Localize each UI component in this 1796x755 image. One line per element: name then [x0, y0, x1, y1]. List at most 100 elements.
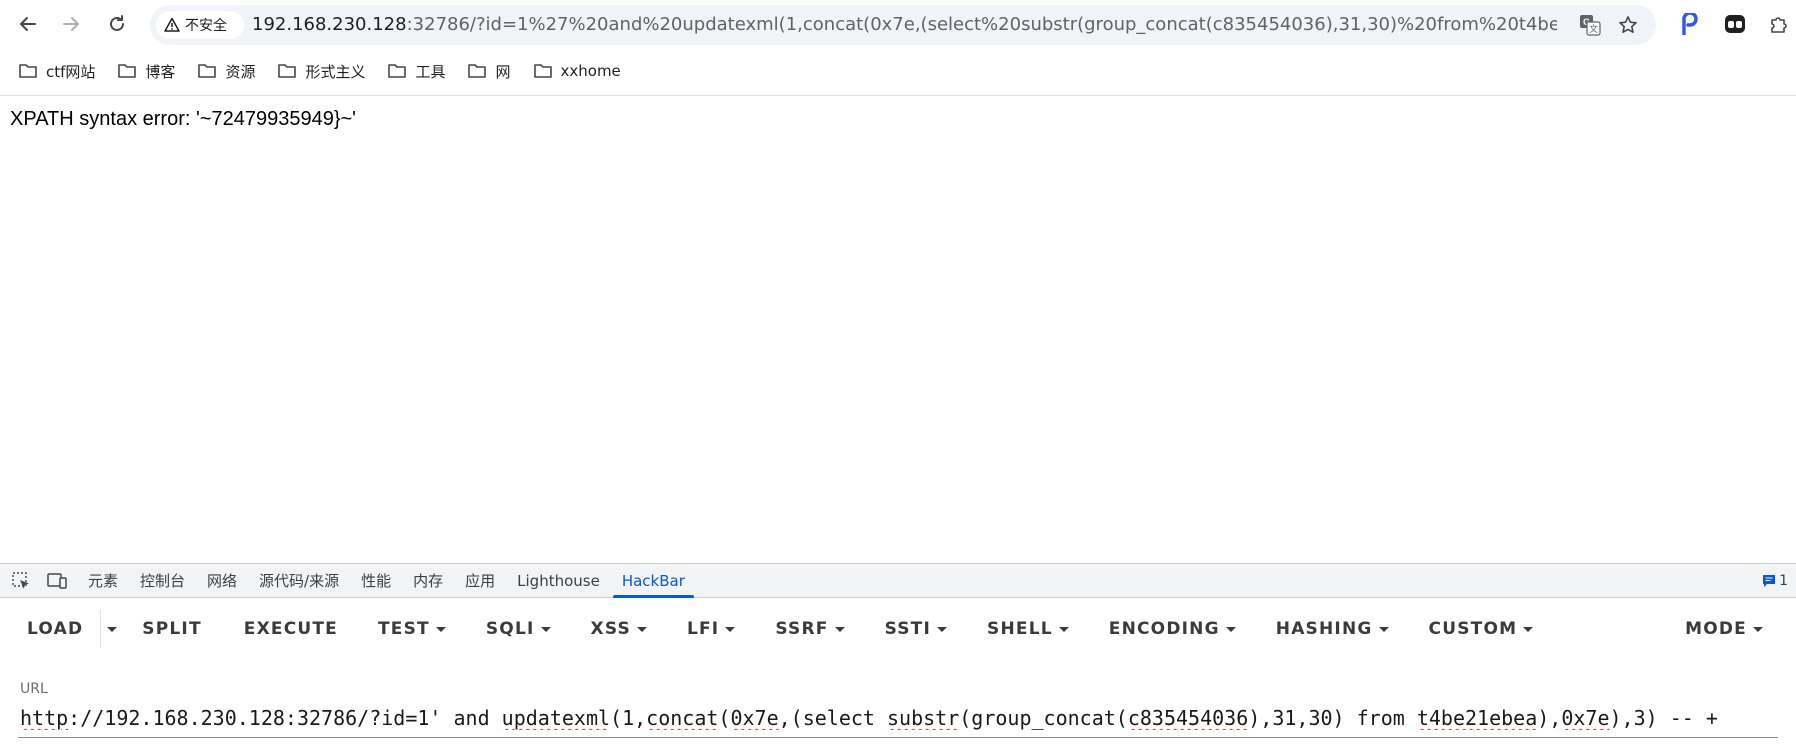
extension-p-button[interactable] [1677, 11, 1703, 37]
url-token: (1, [610, 706, 647, 730]
security-chip[interactable]: 不安全 [156, 11, 244, 39]
bookmark-ctf[interactable]: ctf网站 [18, 56, 117, 86]
bookmark-label: 形式主义 [305, 62, 366, 81]
hackbar-lfi-label: LFI [686, 619, 720, 639]
message-icon [1763, 575, 1776, 587]
url-text[interactable]: 192.168.230.128:32786/?id=1%27%20and%20u… [252, 5, 1557, 45]
url-token: ( [718, 706, 731, 730]
back-button[interactable] [12, 8, 44, 40]
hackbar-execute-label: EXECUTE [243, 619, 338, 639]
hackbar-shell-label: SHELL [987, 619, 1053, 639]
caret-down-icon [540, 626, 551, 632]
url-token-misspelled: c835454036 [1127, 706, 1249, 730]
hackbar-sqli-menu[interactable]: SQLI [486, 607, 551, 651]
url-token-misspelled: concat [646, 706, 719, 730]
caret-down-icon [1523, 626, 1534, 632]
url-token-misspelled: 0x7e [1561, 706, 1610, 730]
bookmark-label: 网 [495, 62, 511, 81]
hackbar-ssti-label: SSTI [884, 619, 932, 639]
bookmark-label: 工具 [415, 62, 446, 81]
star-icon [1619, 16, 1637, 33]
folder-icon [388, 64, 407, 78]
hackbar-encoding-menu[interactable]: ENCODING [1109, 607, 1236, 651]
url-path: :32786/?id=1%27%20and%20updatexml(1,conc… [406, 14, 1557, 35]
hackbar-menu: LOAD SPLIT EXECUTE TEST SQLI XSS LFI SSR… [0, 607, 1796, 651]
reload-button[interactable] [101, 8, 133, 40]
arrow-right-icon [63, 17, 79, 31]
url-token: ://192.168.230.128:32786/?id=1' and [68, 706, 502, 730]
hackbar-ssrf-menu[interactable]: SSRF [775, 607, 845, 651]
forward-button[interactable] [55, 8, 87, 40]
hackbar-load-button[interactable]: LOAD [27, 607, 83, 651]
url-token-misspelled: 0x7e [730, 706, 779, 730]
inspect-element-button[interactable] [9, 569, 33, 593]
tab-application[interactable]: 应用 [454, 564, 506, 598]
arrow-left-icon [20, 17, 36, 31]
caret-down-icon [937, 626, 948, 632]
hackbar-split-button[interactable]: SPLIT [142, 607, 201, 651]
page-content: XPATH syntax error: '~72479935949}~' [0, 96, 1796, 562]
hackbar-test-menu[interactable]: TEST [378, 607, 446, 651]
caret-down-icon [1378, 626, 1389, 632]
devtools-panel: 元素 控制台 网络 源代码/来源 性能 内存 应用 Lighthouse Hac… [0, 563, 1796, 755]
url-token-misspelled: updatexml [501, 706, 611, 730]
url-token: (group_concat( [959, 706, 1128, 730]
bookmark-net[interactable]: 网 [467, 56, 532, 86]
bookmark-label: ctf网站 [46, 62, 96, 81]
puzzle-icon [1771, 17, 1787, 33]
bookmark-formalism[interactable]: 形式主义 [277, 56, 387, 86]
hackbar-custom-label: CUSTOM [1428, 619, 1518, 639]
url-token-misspelled: substr [887, 706, 960, 730]
hackbar-encoding-label: ENCODING [1108, 619, 1220, 639]
ghost-extension-icon [1725, 15, 1745, 33]
hackbar-load-dropdown[interactable] [107, 607, 118, 651]
url-token: ,(select [778, 706, 887, 730]
devtools-tab-bar: 元素 控制台 网络 源代码/来源 性能 内存 应用 Lighthouse Hac… [0, 563, 1796, 598]
url-host: 192.168.230.128 [252, 14, 407, 35]
bookmark-tools[interactable]: 工具 [387, 56, 467, 86]
extension-ghost-button[interactable] [1722, 11, 1748, 37]
security-label: 不安全 [185, 18, 227, 34]
hackbar-lfi-menu[interactable]: LFI [686, 607, 736, 651]
hackbar-xss-menu[interactable]: XSS [591, 607, 647, 651]
bookmark-xxhome[interactable]: xxhome [533, 56, 643, 86]
tab-performance[interactable]: 性能 [350, 564, 402, 598]
caret-down-icon [834, 626, 845, 632]
tab-console[interactable]: 控制台 [129, 564, 196, 598]
tab-sources[interactable]: 源代码/来源 [248, 564, 350, 598]
bookmark-blog[interactable]: 博客 [117, 56, 197, 86]
reload-icon [110, 15, 124, 31]
url-token-misspelled: http [20, 706, 69, 730]
hackbar-execute-button[interactable]: EXECUTE [244, 607, 338, 651]
translate-button[interactable]: G文 [1578, 13, 1602, 37]
tab-elements[interactable]: 元素 [77, 564, 129, 598]
hackbar-mode-menu[interactable]: MODE [1685, 607, 1763, 651]
url-token: ),3) -- + [1609, 706, 1718, 730]
bookmark-label: 博客 [145, 62, 176, 81]
bookmark-resources[interactable]: 资源 [197, 56, 277, 86]
device-toolbar-button[interactable] [45, 569, 69, 593]
hackbar-custom-menu[interactable]: CUSTOM [1429, 607, 1534, 651]
tab-lighthouse[interactable]: Lighthouse [506, 564, 611, 598]
bookmarks-bar: ctf网站 博客 资源 形式主义 工具 网 xxhome [0, 54, 1796, 88]
svg-text:文: 文 [1589, 23, 1598, 35]
hackbar-url-input[interactable]: http://192.168.230.128:32786/?id=1' and … [20, 706, 1780, 730]
hackbar-shell-menu[interactable]: SHELL [987, 607, 1069, 651]
url-token-misspelled: t4be21ebea [1416, 706, 1538, 730]
extensions-button[interactable] [1766, 11, 1792, 37]
hackbar-hashing-menu[interactable]: HASHING [1276, 607, 1389, 651]
caret-down-icon [1058, 626, 1069, 632]
tab-network[interactable]: 网络 [196, 564, 248, 598]
bookmark-label: xxhome [560, 62, 621, 80]
tab-hackbar[interactable]: HackBar [611, 564, 696, 598]
address-bar[interactable]: 不安全 192.168.230.128:32786/?id=1%27%20and… [150, 5, 1656, 45]
hackbar-xss-label: XSS [590, 619, 631, 639]
bookmark-label: 资源 [225, 62, 256, 81]
issues-counter[interactable]: 1 [1762, 573, 1788, 589]
load-divider [100, 610, 102, 648]
xpath-error-message: XPATH syntax error: '~72479935949}~' [10, 108, 356, 130]
tab-memory[interactable]: 内存 [402, 564, 454, 598]
bookmark-star-button[interactable] [1616, 13, 1640, 37]
hackbar-ssti-menu[interactable]: SSTI [884, 607, 948, 651]
caret-down-icon [435, 626, 446, 632]
